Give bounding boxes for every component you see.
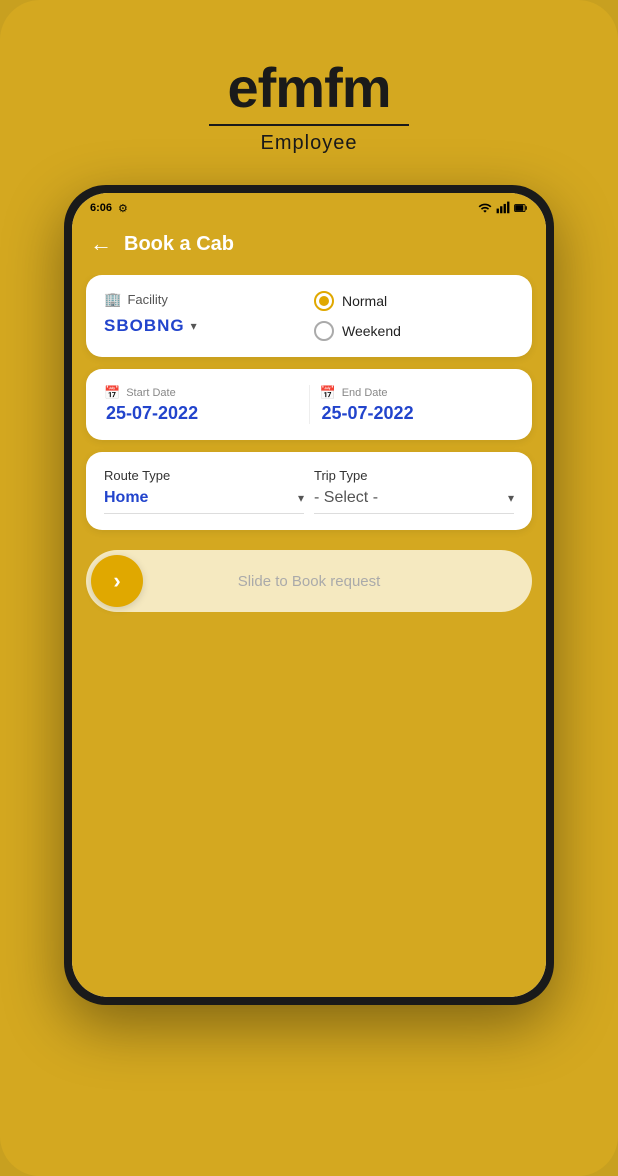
radio-normal-inner: [319, 296, 329, 306]
facility-icon: 🏢: [104, 291, 121, 308]
page-title: Book a Cab: [124, 233, 234, 256]
brand-underline: [209, 124, 409, 126]
route-type-value: Home: [104, 489, 148, 507]
brand-subtitle: Employee: [261, 132, 358, 155]
slide-arrow-icon: ›: [113, 568, 120, 594]
brand-name: efmfm: [227, 60, 390, 116]
app-background: efmfm Employee 6:06 ⚙: [0, 0, 618, 1176]
brand-section: efmfm Employee: [209, 0, 409, 185]
route-row: Route Type Home ▾ Trip Type - Select - ▾: [104, 468, 514, 514]
end-date-label: End Date: [342, 387, 388, 399]
facility-left: 🏢 Facility SBOBNG ▾: [104, 291, 304, 341]
date-divider: [309, 385, 310, 424]
trip-type-value: - Select -: [314, 489, 378, 507]
start-date-section: 📅 Start Date 25-07-2022: [104, 385, 299, 424]
route-type-section: Route Type Home ▾: [104, 468, 304, 514]
gear-icon: ⚙: [118, 202, 128, 215]
status-time: 6:06: [90, 202, 112, 214]
start-cal-icon: 📅: [104, 385, 120, 401]
route-card: Route Type Home ▾ Trip Type - Select - ▾: [86, 452, 532, 530]
end-date-section: 📅 End Date 25-07-2022: [320, 385, 515, 424]
signal-icon: [496, 201, 510, 215]
end-cal-icon: 📅: [320, 385, 336, 401]
phone-screen: 6:06 ⚙: [72, 193, 546, 997]
route-type-arrow: ▾: [298, 491, 304, 505]
slide-circle: ›: [91, 555, 143, 607]
start-date-label: Start Date: [126, 387, 176, 399]
radio-normal[interactable]: Normal: [314, 291, 514, 311]
slide-to-book[interactable]: › Slide to Book request: [86, 550, 532, 612]
phone-frame: 6:06 ⚙: [64, 185, 554, 1005]
radio-weekend[interactable]: Weekend: [314, 321, 514, 341]
battery-icon: [514, 201, 528, 215]
content-area: 🏢 Facility SBOBNG ▾ No: [72, 275, 546, 997]
trip-type-label: Trip Type: [314, 468, 514, 483]
radio-weekend-label: Weekend: [342, 323, 401, 339]
date-card: 📅 Start Date 25-07-2022 📅 End Date 25-07…: [86, 369, 532, 440]
start-date-label-row: 📅 Start Date: [104, 385, 299, 401]
radio-normal-label: Normal: [342, 293, 387, 309]
radio-weekend-outer: [314, 321, 334, 341]
facility-dropdown[interactable]: SBOBNG ▾: [104, 316, 304, 336]
status-icons: [478, 201, 528, 215]
facility-dropdown-arrow: ▾: [191, 319, 197, 333]
radio-normal-outer: [314, 291, 334, 311]
top-bar: ← Book a Cab: [72, 221, 546, 275]
facility-label-row: 🏢 Facility: [104, 291, 304, 308]
end-date-label-row: 📅 End Date: [320, 385, 515, 401]
back-button[interactable]: ←: [90, 231, 112, 257]
end-date-value[interactable]: 25-07-2022: [320, 403, 515, 424]
status-bar: 6:06 ⚙: [72, 193, 546, 221]
start-date-value[interactable]: 25-07-2022: [104, 403, 299, 424]
wifi-icon: [478, 201, 492, 215]
facility-label: Facility: [127, 292, 167, 307]
trip-type-arrow: ▾: [508, 491, 514, 505]
facility-right: Normal Weekend: [304, 291, 514, 341]
slide-text: Slide to Book request: [143, 573, 527, 590]
trip-type-dropdown[interactable]: - Select - ▾: [314, 489, 514, 514]
trip-type-section: Trip Type - Select - ▾: [314, 468, 514, 514]
facility-card: 🏢 Facility SBOBNG ▾ No: [86, 275, 532, 357]
route-type-label: Route Type: [104, 468, 304, 483]
facility-value: SBOBNG: [104, 316, 185, 336]
route-type-dropdown[interactable]: Home ▾: [104, 489, 304, 514]
